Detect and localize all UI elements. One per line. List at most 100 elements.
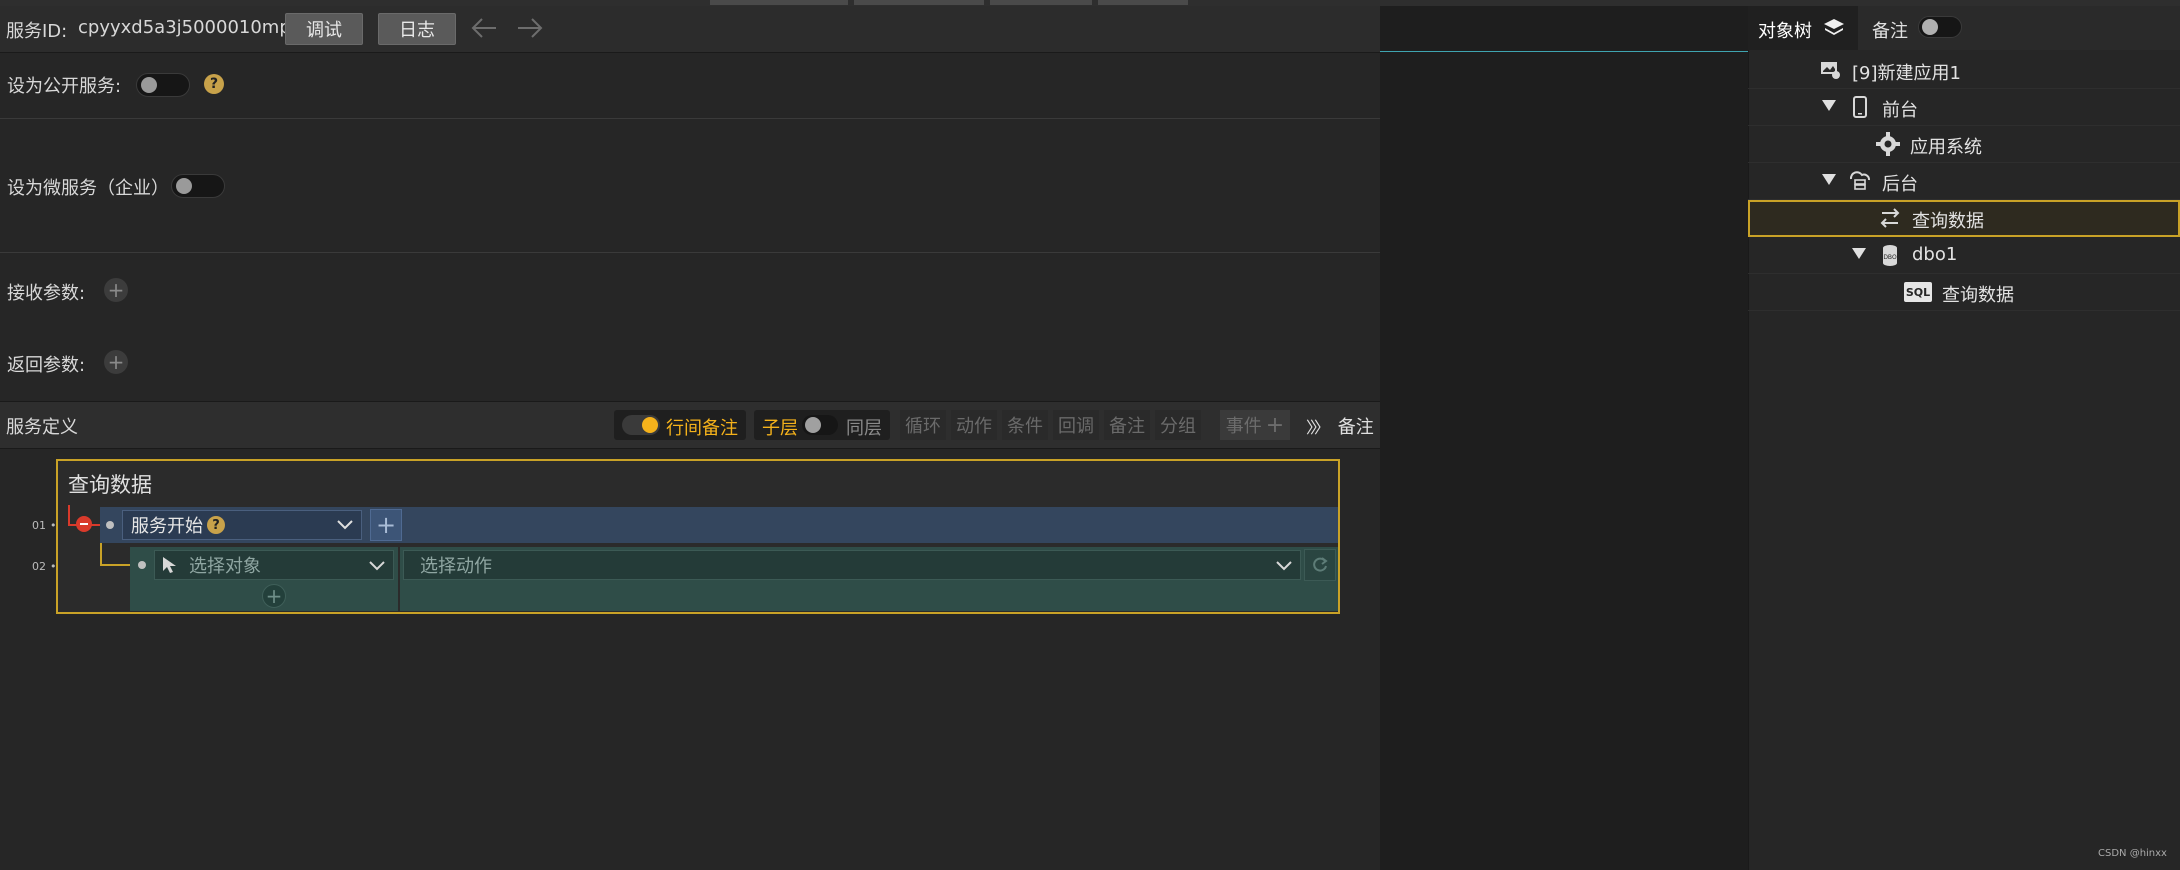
service-id-bar: 服务ID: cpyyxd5a3j5000010mp0 调试 日志 bbox=[0, 6, 1380, 53]
event-add-button[interactable]: 事件 + bbox=[1220, 410, 1290, 440]
refresh-button[interactable] bbox=[1304, 549, 1336, 581]
connector-line bbox=[100, 543, 102, 565]
layers-icon bbox=[1824, 19, 1844, 35]
preview-pane bbox=[1380, 6, 1748, 870]
chip-loop[interactable]: 循环 bbox=[900, 410, 946, 440]
caret-down-icon[interactable] bbox=[1852, 248, 1866, 259]
add-object-button[interactable]: + bbox=[262, 584, 286, 608]
log-button[interactable]: 日志 bbox=[378, 13, 456, 45]
tree-item-app[interactable]: [9]新建应用1 bbox=[1748, 52, 2180, 89]
chevron-down-icon bbox=[337, 520, 353, 530]
top-tab[interactable] bbox=[710, 0, 848, 5]
select-object-dropdown[interactable]: 选择对象 bbox=[154, 550, 394, 580]
tree-item-frontend[interactable]: 前台 bbox=[1748, 89, 2180, 126]
tab-object-tree-label: 对象树 bbox=[1758, 21, 1812, 42]
chevron-down-icon bbox=[1276, 561, 1292, 571]
tree-item-label: 后台 bbox=[1882, 174, 1918, 195]
select-action-placeholder: 选择动作 bbox=[420, 556, 492, 577]
tree-item-label: 前台 bbox=[1882, 100, 1918, 121]
row-bullet bbox=[138, 561, 146, 569]
add-step-button[interactable]: + bbox=[370, 509, 402, 541]
tree-item-app-system[interactable]: 应用系统 bbox=[1748, 126, 2180, 163]
child-layer-label: 子层 bbox=[762, 418, 798, 439]
line-number: 02 bbox=[32, 560, 46, 573]
public-service-label: 设为公开服务: bbox=[7, 76, 122, 97]
chip-note[interactable]: 备注 bbox=[1104, 410, 1150, 440]
select-action-dropdown[interactable]: 选择动作 bbox=[403, 550, 1301, 580]
top-tab[interactable] bbox=[990, 0, 1092, 5]
receive-params-label: 接收参数: bbox=[7, 283, 86, 304]
cursor-icon bbox=[163, 557, 176, 573]
tree-item-label: 应用系统 bbox=[1910, 137, 1982, 158]
block-title: 查询数据 bbox=[68, 473, 152, 497]
exchange-icon bbox=[1880, 208, 1900, 228]
tree-item-backend[interactable]: 后台 bbox=[1748, 163, 2180, 200]
top-tab[interactable] bbox=[1098, 0, 1188, 5]
select-object-placeholder: 选择对象 bbox=[189, 556, 261, 577]
app-icon bbox=[1821, 62, 1840, 79]
inline-note-label: 行间备注 bbox=[666, 418, 738, 439]
connector-line bbox=[68, 505, 70, 525]
back-arrow-icon[interactable] bbox=[470, 16, 498, 40]
connector-line bbox=[100, 564, 130, 566]
service-start-select[interactable]: 服务开始 ? bbox=[122, 510, 362, 540]
chevrons-right-icon: 〉〉〉 bbox=[1306, 418, 1330, 437]
plus-icon: + bbox=[1265, 412, 1285, 438]
service-id-label: 服务ID: bbox=[6, 21, 68, 42]
tab-object-tree[interactable]: 对象树 bbox=[1748, 6, 1858, 50]
help-icon[interactable]: ? bbox=[207, 516, 225, 534]
add-return-param-button[interactable]: + bbox=[104, 350, 128, 374]
remove-row-button[interactable] bbox=[76, 516, 92, 532]
public-service-help-icon[interactable]: ? bbox=[204, 74, 224, 94]
chip-action[interactable]: 动作 bbox=[951, 410, 997, 440]
same-layer-label: 同层 bbox=[846, 418, 882, 439]
watermark: CSDN @hinxx bbox=[2098, 848, 2167, 859]
sql-icon: SQL bbox=[1904, 282, 1932, 302]
tree-item-label: dbo1 bbox=[1912, 244, 1958, 265]
service-definition-title: 服务定义 bbox=[6, 417, 78, 438]
chip-group[interactable]: 分组 bbox=[1155, 410, 1201, 440]
tree-item-query-data-selected[interactable]: 查询数据 bbox=[1748, 200, 2180, 237]
micro-service-label: 设为微服务（企业） bbox=[7, 178, 169, 199]
inline-note-switch[interactable] bbox=[622, 415, 660, 435]
event-label: 事件 bbox=[1225, 416, 1262, 437]
line-number: 01 bbox=[32, 519, 46, 532]
mobile-icon bbox=[1853, 96, 1867, 118]
top-tab[interactable] bbox=[854, 0, 984, 5]
divider bbox=[0, 118, 1380, 119]
debug-button[interactable]: 调试 bbox=[285, 13, 363, 45]
tree-item-sql-query[interactable]: SQL 查询数据 bbox=[1748, 274, 2180, 311]
layer-toggle[interactable]: 子层 同层 bbox=[754, 410, 890, 440]
forward-arrow-icon[interactable] bbox=[516, 16, 544, 40]
database-icon: DBO bbox=[1883, 245, 1897, 266]
service-start-label: 服务开始 bbox=[131, 516, 203, 537]
note-toggle[interactable] bbox=[1918, 16, 1962, 38]
row-bullet bbox=[106, 521, 114, 529]
public-service-toggle[interactable] bbox=[136, 73, 190, 97]
svg-text:DBO: DBO bbox=[1883, 254, 1897, 261]
service-id-value: cpyyxd5a3j5000010mp0 bbox=[78, 17, 303, 38]
add-receive-param-button[interactable]: + bbox=[104, 278, 128, 302]
refresh-icon bbox=[1313, 557, 1328, 572]
tree-item-label: 查询数据 bbox=[1912, 211, 1984, 232]
caret-down-icon[interactable] bbox=[1822, 100, 1836, 111]
note-label: 备注 bbox=[1337, 417, 1374, 438]
gear-icon bbox=[1876, 132, 1900, 156]
caret-down-icon[interactable] bbox=[1822, 174, 1836, 185]
divider bbox=[0, 252, 1380, 253]
return-params-label: 返回参数: bbox=[7, 355, 86, 376]
chip-condition[interactable]: 条件 bbox=[1002, 410, 1048, 440]
chevron-down-icon bbox=[369, 561, 385, 571]
tree-item-label: 查询数据 bbox=[1942, 285, 2014, 306]
preview-divider bbox=[1380, 51, 1748, 52]
inline-note-toggle[interactable]: 行间备注 bbox=[614, 410, 746, 440]
cloud-server-icon bbox=[1849, 171, 1870, 190]
note-expand-button[interactable]: 〉〉〉 备注 bbox=[1306, 413, 1374, 439]
tab-note-label[interactable]: 备注 bbox=[1872, 17, 1908, 43]
layer-switch[interactable] bbox=[802, 415, 838, 435]
tree-item-label: [9]新建应用1 bbox=[1852, 63, 1961, 84]
chip-callback[interactable]: 回调 bbox=[1053, 410, 1099, 440]
tree-item-dbo1[interactable]: DBO dbo1 bbox=[1748, 237, 2180, 274]
micro-service-toggle[interactable] bbox=[171, 174, 225, 198]
service-definition-bar: 服务定义 行间备注 子层 同层 循环 动作 条件 回调 备注 分组 事件 + 〉… bbox=[0, 401, 1380, 449]
